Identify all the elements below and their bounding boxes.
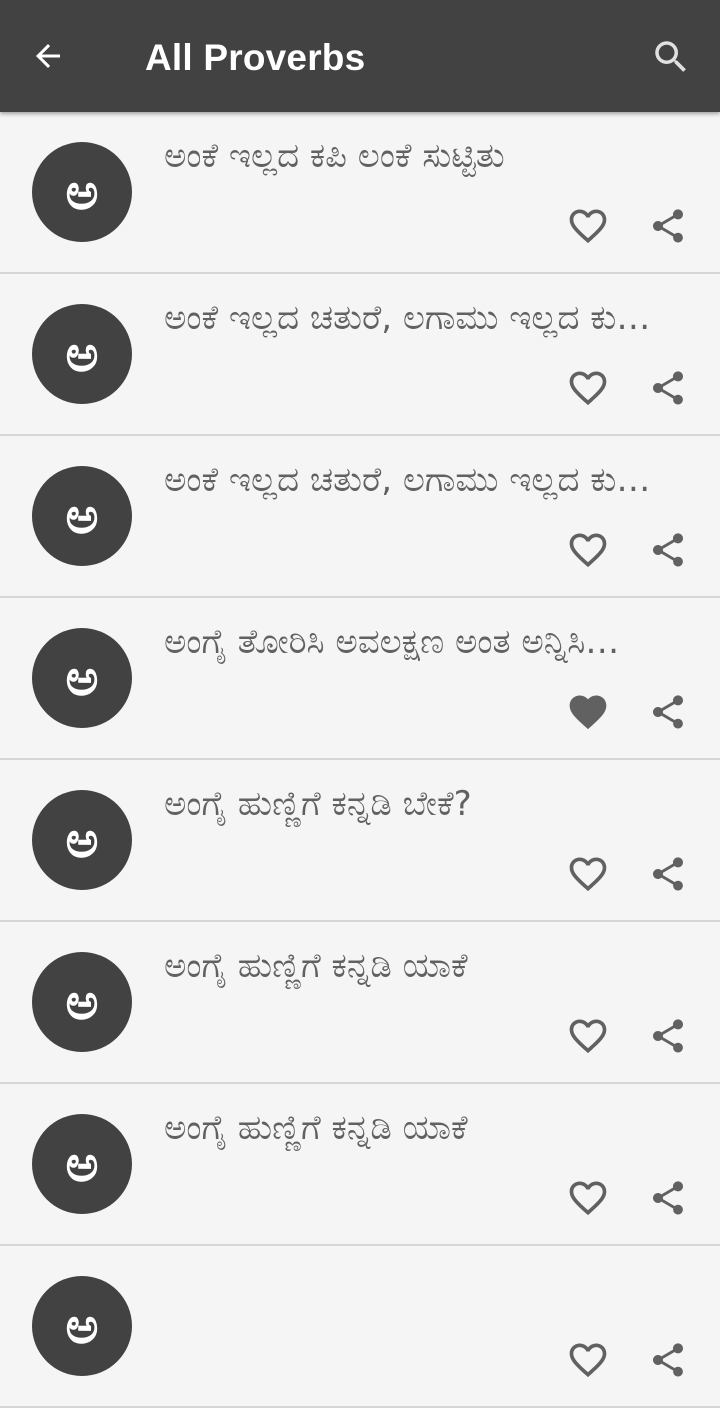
- share-button[interactable]: [646, 366, 690, 410]
- item-actions: [566, 528, 690, 572]
- avatar-letter: ಅ: [65, 649, 99, 707]
- avatar: ಅ: [32, 790, 132, 890]
- heart-outline-icon: [569, 1019, 607, 1054]
- avatar-letter: ಅ: [65, 163, 99, 221]
- item-actions: [566, 852, 690, 896]
- proverb-list-item[interactable]: ಅ ಅಂಗೈ ತೋರಿಸಿ ಅವಲಕ್ಷಣ ಅಂತ ಅನ್ನಿಸಿಕೊಂಡರು: [0, 598, 720, 760]
- proverb-text: ಅಂಗೈ ಹುಣ್ಣಿಗೆ ಕನ್ನಡಿ ಬೇಕೆ?: [164, 784, 472, 824]
- share-icon: [653, 695, 683, 729]
- avatar: ಅ: [32, 466, 132, 566]
- favorite-button[interactable]: [566, 366, 610, 410]
- proverb-list-item[interactable]: ಅ ಅಂಗೈ ಹುಣ್ಣಿಗೆ ಕನ್ನಡಿ ಬೇಕೆ?: [0, 760, 720, 922]
- heart-outline-icon: [569, 857, 607, 892]
- share-icon: [653, 533, 683, 567]
- favorite-button[interactable]: [566, 1176, 610, 1220]
- avatar-letter: ಅ: [65, 325, 99, 383]
- share-icon: [653, 1019, 683, 1053]
- proverb-text: ಅಂಗೈ ಹುಣ್ಣಿಗೆ ಕನ್ನಡಿ ಯಾಕೆ: [164, 1108, 468, 1148]
- share-button[interactable]: [646, 852, 690, 896]
- proverb-list-item[interactable]: ಅ ಅಂಗೈ ಹುಣ್ಣಿಗೆ ಕನ್ನಡಿ ಯಾಕೆ: [0, 1084, 720, 1246]
- share-button[interactable]: [646, 528, 690, 572]
- proverb-text: ಅಂಕೆ ಇಲ್ಲದ ಚತುರೆ, ಲಗಾಮು ಇಲ್ಲದ ಕುದುರೆ: [164, 298, 654, 338]
- share-button[interactable]: [646, 690, 690, 734]
- favorite-button[interactable]: [566, 1014, 610, 1058]
- avatar-letter: ಅ: [65, 487, 99, 545]
- favorite-button[interactable]: [566, 528, 610, 572]
- heart-outline-icon: [569, 371, 607, 406]
- item-actions: [566, 1014, 690, 1058]
- share-icon: [653, 857, 683, 891]
- proverb-text: ಅಂಕೆ ಇಲ್ಲದ ಚತುರೆ, ಲಗಾಮು ಇಲ್ಲದ ಕುದುರೆ: [164, 460, 654, 500]
- favorite-button[interactable]: [566, 852, 610, 896]
- favorite-button[interactable]: [566, 690, 610, 734]
- heart-outline-icon: [569, 209, 607, 244]
- share-icon: [653, 209, 683, 243]
- proverb-list-item[interactable]: ಅ ಅಂಕೆ ಇಲ್ಲದ ಚತುರೆ, ಲಗಾಮು ಇಲ್ಲದ ಕುದುರೆ: [0, 436, 720, 598]
- item-actions: [566, 690, 690, 734]
- item-actions: [566, 204, 690, 248]
- item-actions: [566, 1176, 690, 1220]
- item-actions: [566, 1338, 690, 1382]
- avatar: ಅ: [32, 1276, 132, 1376]
- page-title: All Proverbs: [145, 37, 366, 78]
- item-actions: [566, 366, 690, 410]
- back-button[interactable]: [20, 28, 76, 84]
- avatar: ಅ: [32, 628, 132, 728]
- avatar-letter: ಅ: [65, 1135, 99, 1193]
- proverb-text: ಅಂಗೈ ತೋರಿಸಿ ಅವಲಕ್ಷಣ ಅಂತ ಅನ್ನಿಸಿಕೊಂಡರು: [164, 622, 654, 662]
- avatar: ಅ: [32, 142, 132, 242]
- share-button[interactable]: [646, 1338, 690, 1382]
- share-icon: [653, 1343, 683, 1377]
- app-bar: All Proverbs: [0, 0, 720, 112]
- favorite-button[interactable]: [566, 1338, 610, 1382]
- avatar: ಅ: [32, 304, 132, 404]
- share-icon: [653, 1181, 683, 1215]
- avatar: ಅ: [32, 952, 132, 1052]
- proverb-list[interactable]: ಅ ಅಂಕೆ ಇಲ್ಲದ ಕಪಿ ಲಂಕೆ ಸುಟ್ಟಿತು ಅ ಅಂಕೆ ಇಲ…: [0, 112, 720, 1408]
- heart-filled-icon: [569, 695, 607, 730]
- share-button[interactable]: [646, 1176, 690, 1220]
- proverb-list-item[interactable]: ಅ ಅಂಕೆ ಇಲ್ಲದ ಚತುರೆ, ಲಗಾಮು ಇಲ್ಲದ ಕುದುರೆ: [0, 274, 720, 436]
- heart-outline-icon: [569, 1181, 607, 1216]
- avatar: ಅ: [32, 1114, 132, 1214]
- heart-outline-icon: [569, 533, 607, 568]
- share-button[interactable]: [646, 1014, 690, 1058]
- proverb-list-item[interactable]: ಅ ಅಂಗೈ ಹುಣ್ಣಿಗೆ ಕನ್ನಡಿ ಯಾಕೆ: [0, 922, 720, 1084]
- search-icon: [655, 41, 686, 72]
- avatar-letter: ಅ: [65, 973, 99, 1031]
- share-button[interactable]: [646, 204, 690, 248]
- avatar-letter: ಅ: [65, 1297, 99, 1355]
- share-icon: [653, 371, 683, 405]
- search-button[interactable]: [644, 30, 698, 84]
- avatar-letter: ಅ: [65, 811, 99, 869]
- proverb-list-item[interactable]: ಅ ಅಂಕೆ ಇಲ್ಲದ ಕಪಿ ಲಂಕೆ ಸುಟ್ಟಿತು: [0, 112, 720, 274]
- arrow-back-icon: [36, 44, 60, 68]
- proverb-text: ಅಂಗೈ ಹುಣ್ಣಿಗೆ ಕನ್ನಡಿ ಯಾಕೆ: [164, 946, 468, 986]
- heart-outline-icon: [569, 1343, 607, 1378]
- proverb-text: ಅಂಕೆ ಇಲ್ಲದ ಕಪಿ ಲಂಕೆ ಸುಟ್ಟಿತು: [164, 136, 505, 176]
- proverb-list-item[interactable]: ಅ: [0, 1246, 720, 1408]
- favorite-button[interactable]: [566, 204, 610, 248]
